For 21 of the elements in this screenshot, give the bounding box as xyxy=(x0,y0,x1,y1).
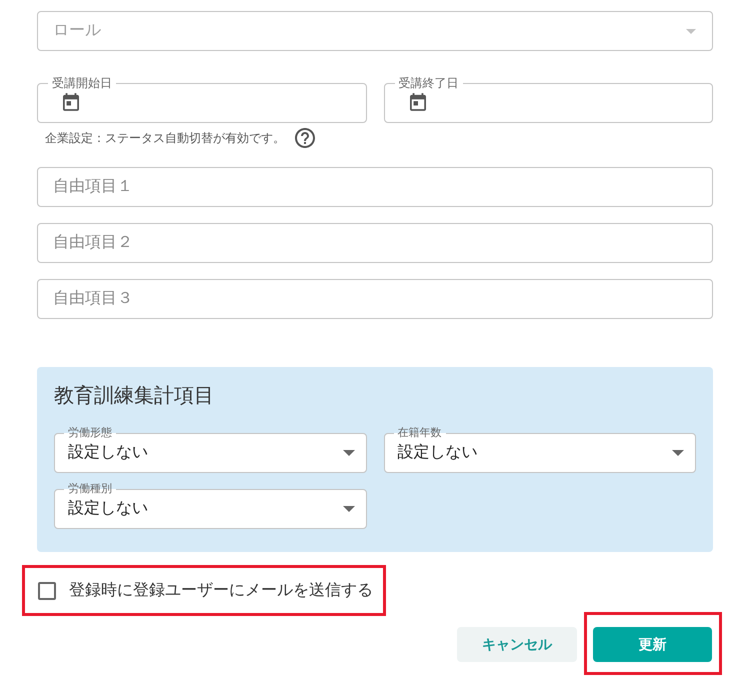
text-field[interactable]: 自由項目３ xyxy=(37,279,713,319)
help-icon[interactable] xyxy=(295,128,315,148)
text-field[interactable]: 自由項目２ xyxy=(37,223,713,263)
field-label: 在籍年数 xyxy=(394,427,446,439)
field-label: 労働形態 xyxy=(64,427,116,439)
text-field[interactable]: 自由項目１ xyxy=(37,167,713,207)
field-label: 受講開始日 xyxy=(48,77,116,89)
checkbox-label[interactable]: 登録時に登録ユーザーにメールを送信する xyxy=(69,578,373,602)
dropdown-arrow-icon xyxy=(342,506,354,512)
status-note: 企業設定：ステータス自動切替が有効です。 xyxy=(45,130,285,146)
field-label: 労働種別 xyxy=(64,483,116,495)
checkbox[interactable] xyxy=(38,582,56,600)
update-button[interactable]: 更新 xyxy=(593,627,712,662)
dropdown-arrow-icon xyxy=(672,450,684,456)
dropdown-arrow-icon xyxy=(342,450,354,456)
cancel-button[interactable]: キャンセル xyxy=(457,627,577,662)
panel-title: 教育訓練集計項目 xyxy=(54,384,215,408)
field-label: 受講終了日 xyxy=(394,77,462,89)
calendar-icon xyxy=(63,93,79,111)
dropdown-arrow-icon xyxy=(686,28,696,34)
calendar-icon xyxy=(410,93,426,111)
